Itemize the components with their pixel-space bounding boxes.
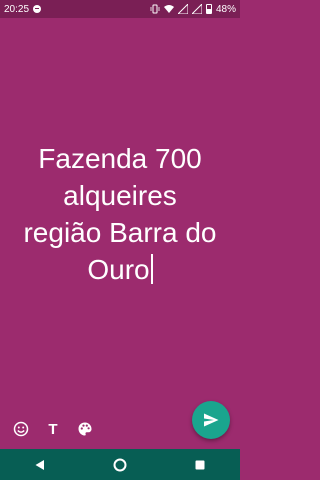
navigation-bar	[0, 449, 240, 480]
text-caret	[150, 254, 153, 284]
signal-icon-2	[191, 4, 202, 14]
emoji-icon	[13, 421, 29, 437]
wifi-icon	[163, 4, 174, 14]
home-icon	[113, 458, 127, 471]
send-icon	[204, 413, 219, 427]
text-line-3: região Barra do	[23, 217, 217, 248]
battery-icon	[205, 4, 212, 14]
battery-percent: 48%	[215, 3, 236, 15]
status-time: 20:25	[4, 3, 30, 15]
signal-icon	[177, 4, 188, 14]
text-line-2: alqueires	[63, 180, 177, 211]
back-icon	[35, 459, 44, 470]
send-button[interactable]	[192, 401, 230, 439]
text-line-1: Fazenda 700	[38, 143, 202, 174]
recents-button[interactable]	[185, 450, 215, 480]
editor-toolbar: T	[12, 420, 94, 438]
font-label: T	[48, 420, 58, 438]
status-text-editor[interactable]: Fazenda 700 alqueires região Barra do Ou…	[0, 140, 240, 288]
color-button[interactable]	[76, 420, 94, 438]
font-button[interactable]: T	[44, 420, 62, 438]
emoji-button[interactable]	[12, 420, 30, 438]
back-button[interactable]	[25, 450, 55, 480]
status-bar: 20:25 48%	[0, 0, 240, 18]
spotify-icon	[33, 5, 42, 13]
palette-icon	[78, 422, 92, 436]
vibrate-icon	[150, 4, 160, 14]
text-line-4: Ouro	[87, 254, 150, 285]
home-button[interactable]	[105, 450, 135, 480]
recents-icon	[195, 460, 205, 469]
text-line-4-wrap: Ouro	[0, 251, 240, 288]
